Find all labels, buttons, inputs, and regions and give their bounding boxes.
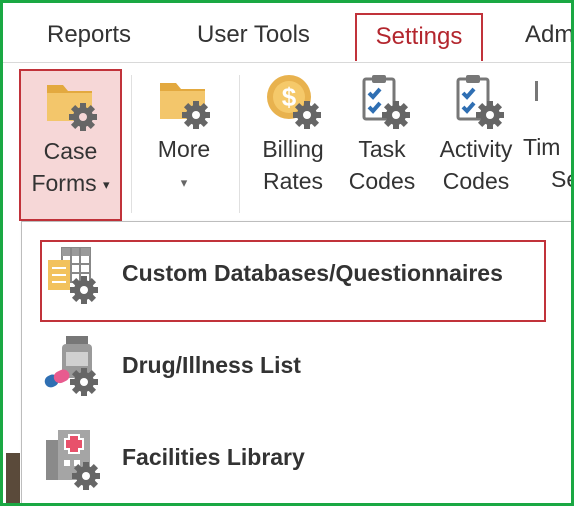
app-frame: Reports User Tools Settings Adm Case For… — [0, 0, 574, 506]
svg-text:$: $ — [282, 82, 297, 112]
hospital-gear-icon — [40, 424, 104, 490]
activity-codes-button[interactable]: Activity Codes — [427, 69, 525, 197]
menu-item-custom-databases[interactable]: Custom Databases/Questionnaires — [22, 228, 571, 322]
tab-admin[interactable]: Adm — [525, 15, 571, 55]
dollar-gear-icon: $ — [263, 69, 323, 131]
ribbon-panel: Case Forms ▾ More ▾ $ Billing Rates Task… — [3, 63, 571, 223]
menu-item-label: Facilities Library — [122, 444, 305, 470]
time-settings-button[interactable]: Tim Se — [523, 69, 571, 195]
folder-gear-icon — [41, 71, 101, 133]
time-settings-label-line2: Se — [551, 166, 571, 192]
chevron-down-icon: ▾ — [103, 176, 110, 192]
task-codes-label-line2: Codes — [348, 168, 416, 194]
activity-codes-label-line1: Activity — [439, 136, 513, 162]
case-forms-label-line1: Case — [43, 138, 98, 164]
chevron-down-icon: ▾ — [180, 174, 188, 190]
case-forms-label-line2: Forms ▾ — [31, 170, 110, 196]
ribbon-tab-bar: Reports User Tools Settings Adm — [3, 3, 571, 63]
task-codes-button[interactable]: Task Codes — [345, 69, 419, 197]
billing-rates-button[interactable]: $ Billing Rates — [253, 69, 333, 197]
case-forms-dropdown-menu: Custom Databases/Questionnaires Drug/Ill… — [21, 221, 571, 503]
background-window-edge — [6, 453, 20, 503]
more-label: More — [157, 136, 211, 162]
table-gear-icon — [40, 240, 104, 306]
more-button[interactable]: More ▾ — [141, 69, 227, 199]
tab-user-tools[interactable]: User Tools — [197, 15, 310, 55]
clipboard-check-gear-icon — [352, 69, 412, 131]
billing-rates-label-line1: Billing — [262, 136, 324, 162]
menu-item-label: Custom Databases/Questionnaires — [122, 260, 503, 286]
menu-item-drug-illness-list[interactable]: Drug/Illness List — [22, 320, 571, 410]
activity-codes-label-line2: Codes — [442, 168, 510, 194]
menu-item-facilities-library[interactable]: Facilities Library — [22, 412, 571, 502]
clipboard-icon — [523, 69, 543, 131]
clipboard-check-gear-icon — [446, 69, 506, 131]
tab-settings[interactable]: Settings — [355, 13, 483, 61]
menu-item-label: Drug/Illness List — [122, 352, 301, 378]
folder-gear-icon — [154, 69, 214, 131]
ribbon-separator — [131, 75, 132, 213]
tab-reports[interactable]: Reports — [47, 15, 131, 55]
task-codes-label-line1: Task — [358, 136, 406, 162]
ribbon-separator — [239, 75, 240, 213]
billing-rates-label-line2: Rates — [262, 168, 324, 194]
case-forms-button[interactable]: Case Forms ▾ — [19, 69, 122, 221]
time-settings-label-line1: Tim — [523, 134, 561, 160]
pill-bottle-gear-icon — [40, 332, 104, 398]
